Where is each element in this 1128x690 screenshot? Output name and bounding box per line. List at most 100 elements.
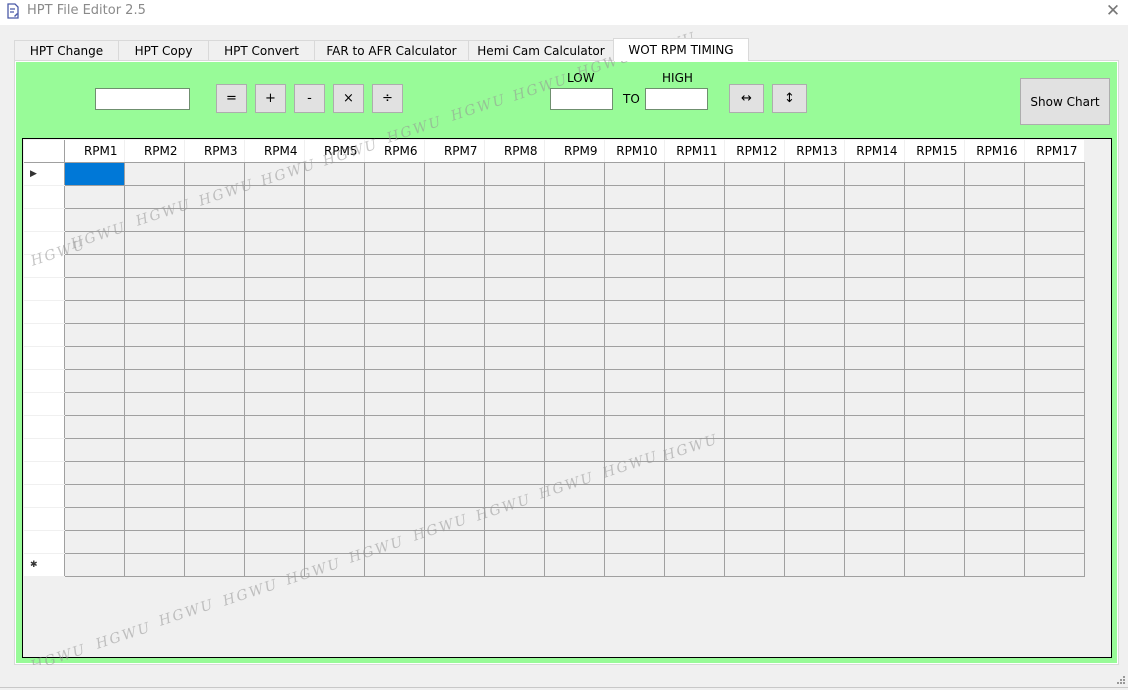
grid-cell[interactable]: [183, 276, 245, 301]
grid-cell[interactable]: [843, 552, 905, 577]
tab-hpt-change[interactable]: HPT Change: [14, 40, 119, 60]
grid-cell[interactable]: [903, 161, 965, 186]
grid-cell[interactable]: [63, 391, 125, 416]
grid-cell[interactable]: [483, 552, 545, 577]
grid-cell[interactable]: [303, 184, 365, 209]
grid-cell[interactable]: [723, 437, 785, 462]
row-header[interactable]: [24, 277, 65, 301]
column-header-rpm13[interactable]: RPM13: [784, 140, 845, 163]
grid-cell[interactable]: [363, 368, 425, 393]
column-header-rpm8[interactable]: RPM8: [484, 140, 545, 163]
grid-cell[interactable]: [963, 483, 1025, 508]
grid-cell[interactable]: [903, 506, 965, 531]
grid-cell[interactable]: [963, 437, 1025, 462]
grid-cell[interactable]: [783, 552, 845, 577]
grid-cell[interactable]: [123, 529, 185, 554]
grid-cell[interactable]: [903, 414, 965, 439]
grid-cell[interactable]: [123, 230, 185, 255]
grid-cell[interactable]: [603, 368, 665, 393]
grid-cell[interactable]: [303, 552, 365, 577]
grid-cell[interactable]: [963, 276, 1025, 301]
grid-cell[interactable]: [903, 391, 965, 416]
grid-cell[interactable]: [543, 322, 605, 347]
grid-cell[interactable]: [363, 276, 425, 301]
grid-cell[interactable]: [63, 299, 125, 324]
low-input[interactable]: [550, 88, 613, 110]
grid-cell[interactable]: [123, 460, 185, 485]
grid-cell[interactable]: [363, 437, 425, 462]
grid-cell[interactable]: [783, 345, 845, 370]
grid-cell[interactable]: [663, 437, 725, 462]
grid-cell[interactable]: [363, 322, 425, 347]
grid-cell[interactable]: [483, 161, 545, 186]
grid-cell[interactable]: [543, 506, 605, 531]
grid-cell[interactable]: [783, 437, 845, 462]
grid-cell[interactable]: [663, 552, 725, 577]
grid-cell[interactable]: [663, 345, 725, 370]
grid-cell[interactable]: [123, 184, 185, 209]
grid-cell[interactable]: [903, 529, 965, 554]
grid-cell[interactable]: [243, 322, 305, 347]
column-header-rpm3[interactable]: RPM3: [184, 140, 245, 163]
resize-grip-icon[interactable]: [1117, 676, 1125, 684]
grid-cell[interactable]: [123, 368, 185, 393]
grid-cell[interactable]: [423, 207, 485, 232]
grid-cell[interactable]: [63, 253, 125, 278]
grid-cell[interactable]: [783, 529, 845, 554]
grid-cell[interactable]: [843, 483, 905, 508]
grid-cell[interactable]: [243, 368, 305, 393]
subtract-button[interactable]: -: [294, 84, 325, 113]
grid-cell[interactable]: [63, 322, 125, 347]
grid-cell[interactable]: [123, 161, 185, 186]
interpolate-vertical-button[interactable]: ↕: [772, 84, 807, 113]
grid-cell[interactable]: [663, 253, 725, 278]
row-header[interactable]: [24, 415, 65, 439]
grid-cell[interactable]: [183, 460, 245, 485]
grid-cell[interactable]: [483, 299, 545, 324]
grid-cell[interactable]: [423, 414, 485, 439]
grid-cell[interactable]: [363, 161, 425, 186]
grid-cell[interactable]: [843, 161, 905, 186]
grid-cell[interactable]: [963, 184, 1025, 209]
grid-cell[interactable]: [1023, 322, 1085, 347]
grid-cell[interactable]: [243, 437, 305, 462]
add-button[interactable]: +: [255, 84, 286, 113]
grid-cell[interactable]: [663, 529, 725, 554]
column-header-rpm9[interactable]: RPM9: [544, 140, 605, 163]
grid-cell[interactable]: [723, 460, 785, 485]
grid-cell[interactable]: [1023, 391, 1085, 416]
grid-cell[interactable]: [843, 345, 905, 370]
grid-cell[interactable]: [963, 207, 1025, 232]
grid-cell[interactable]: [303, 276, 365, 301]
grid-cell[interactable]: [903, 207, 965, 232]
grid-cell[interactable]: [783, 506, 845, 531]
grid-cell[interactable]: [543, 368, 605, 393]
grid-cell[interactable]: [603, 184, 665, 209]
grid-cell[interactable]: [543, 552, 605, 577]
grid-cell[interactable]: [183, 368, 245, 393]
grid-cell[interactable]: [963, 161, 1025, 186]
grid-cell[interactable]: [723, 552, 785, 577]
grid-cell[interactable]: [843, 391, 905, 416]
grid-cell[interactable]: [543, 437, 605, 462]
grid-cell[interactable]: [483, 184, 545, 209]
grid-cell[interactable]: [543, 460, 605, 485]
grid-cell[interactable]: [243, 483, 305, 508]
high-input[interactable]: [645, 88, 708, 110]
grid-cell[interactable]: [63, 368, 125, 393]
grid-cell[interactable]: [483, 529, 545, 554]
grid-cell[interactable]: [903, 345, 965, 370]
tab-wot-rpm-timing[interactable]: WOT RPM TIMING: [613, 38, 749, 61]
grid-cell[interactable]: [243, 414, 305, 439]
grid-cell[interactable]: [123, 253, 185, 278]
grid-cell[interactable]: [303, 529, 365, 554]
grid-cell[interactable]: [483, 207, 545, 232]
grid-cell[interactable]: [363, 230, 425, 255]
grid-cell[interactable]: [663, 161, 725, 186]
grid-cell[interactable]: [423, 299, 485, 324]
grid-cell[interactable]: [963, 391, 1025, 416]
row-header[interactable]: [24, 392, 65, 416]
grid-cell[interactable]: [663, 483, 725, 508]
grid-cell[interactable]: [543, 230, 605, 255]
grid-cell[interactable]: [963, 230, 1025, 255]
